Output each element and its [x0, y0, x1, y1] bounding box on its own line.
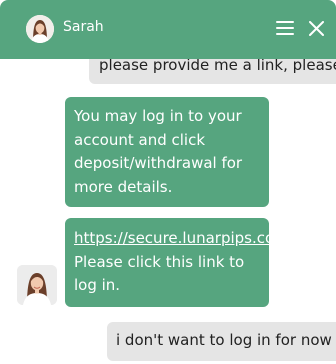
- message-text: please provide me a link, please: [99, 59, 336, 74]
- agent-avatar: [17, 265, 57, 305]
- agent-avatar-image: [17, 265, 57, 305]
- agent-message: https://secure.lunarpips.com/login Pleas…: [65, 218, 330, 307]
- chat-window: Sarah please provide me a link, please Y…: [0, 0, 336, 364]
- message-list[interactable]: please provide me a link, please You may…: [0, 59, 336, 364]
- user-message: i don't want to log in for now: [107, 322, 336, 361]
- message-text: i don't want to log in for now: [116, 331, 332, 349]
- message-text: Please click this link to log in.: [74, 252, 245, 295]
- user-message: please provide me a link, please: [89, 59, 336, 84]
- close-icon[interactable]: [309, 21, 324, 36]
- menu-icon[interactable]: [276, 21, 294, 35]
- agent-avatar-image: [26, 15, 54, 43]
- agent-name: Sarah: [63, 19, 104, 35]
- agent-avatar: [26, 15, 54, 43]
- login-link[interactable]: https://secure.lunarpips.com/login: [74, 229, 330, 247]
- message-text: You may log in to your account and click…: [74, 107, 243, 196]
- agent-message: You may log in to your account and click…: [65, 97, 269, 208]
- chat-header: Sarah: [0, 0, 336, 59]
